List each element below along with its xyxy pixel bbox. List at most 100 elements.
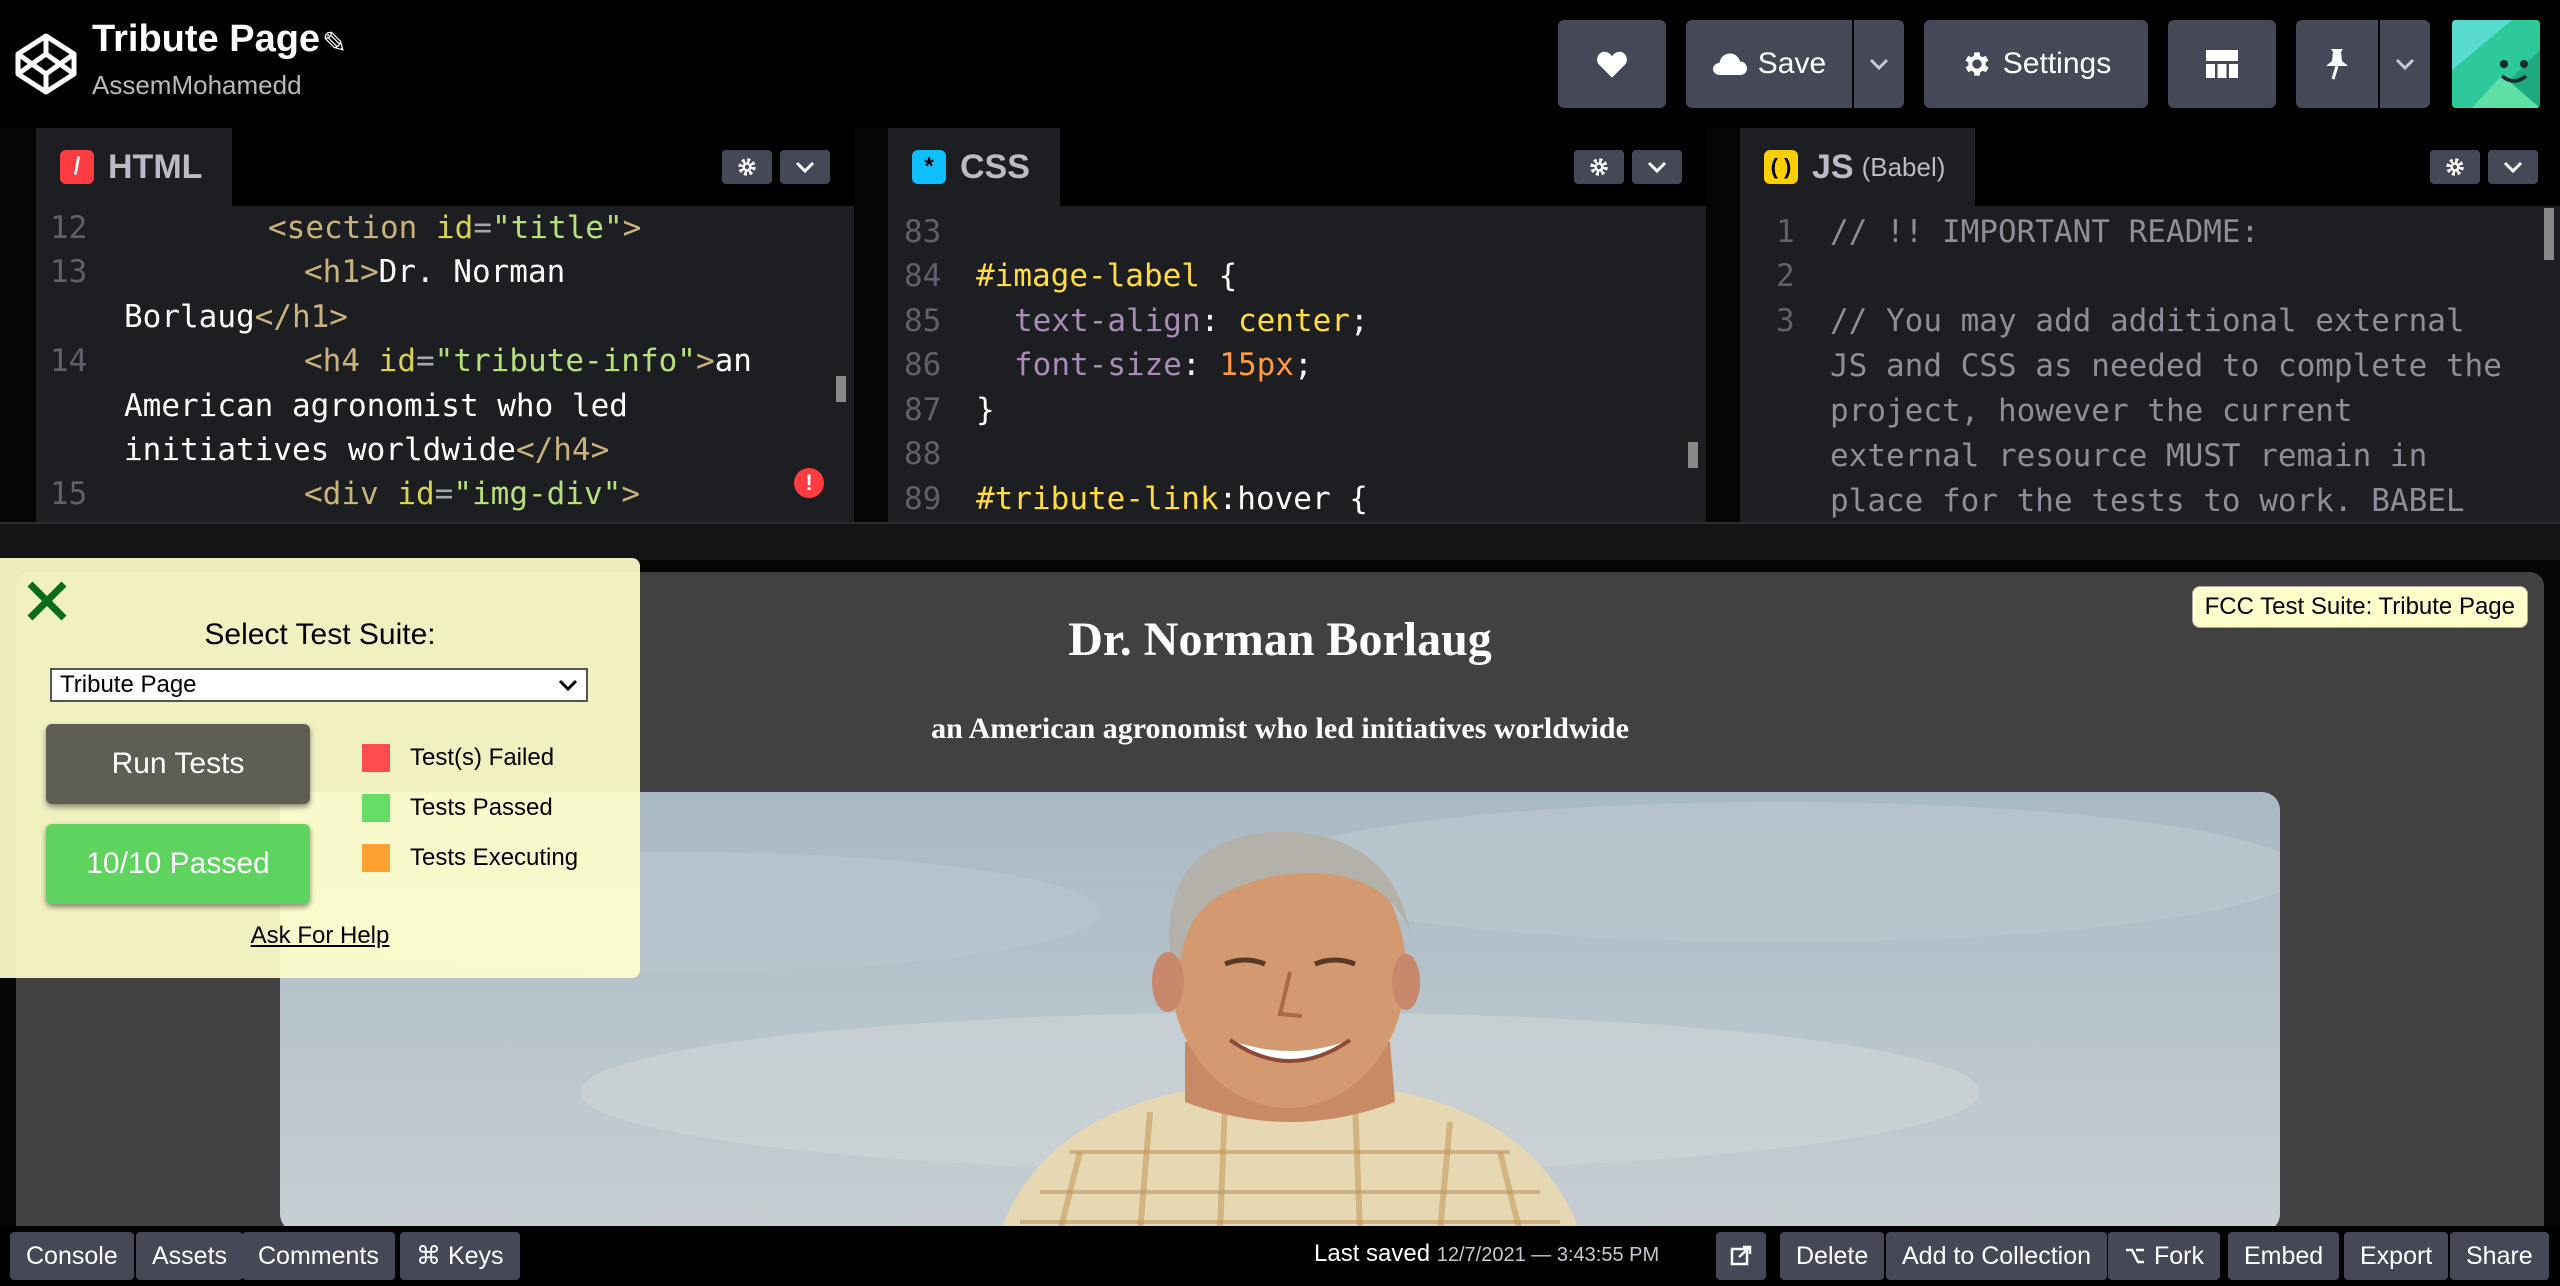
line-number: 15 — [50, 476, 88, 512]
save-button[interactable]: Save — [1686, 20, 1852, 108]
last-saved-status: Last saved 12/7/2021 — 3:43:55 PM — [1314, 1240, 1659, 1268]
line-number: 3 — [1776, 303, 1795, 339]
user-avatar[interactable] — [2452, 20, 2540, 108]
fcc-test-panel: Select Test Suite: Tribute Page Run Test… — [0, 558, 640, 978]
legend-executing-swatch — [362, 844, 390, 872]
embed-button[interactable]: Embed — [2228, 1232, 2340, 1280]
fork-icon — [2126, 1248, 2144, 1264]
top-bar: Tribute Page ✎ AssemMohamedd Save Settin… — [0, 0, 2560, 128]
css-tab-label: CSS — [960, 147, 1030, 186]
pen-owner[interactable]: AssemMohamedd — [92, 70, 302, 101]
layout-grid-icon — [2206, 50, 2238, 78]
scrollbar-thumb[interactable] — [1688, 442, 1698, 468]
line-number: 85 — [904, 303, 942, 339]
code-line: <div id="img-div"> — [304, 476, 640, 512]
js-braces-icon: ( ) — [1764, 150, 1798, 184]
save-options-dropdown[interactable] — [1854, 20, 1904, 108]
test-suite-select[interactable]: Tribute Page — [50, 668, 588, 702]
html-editor-tab[interactable]: / HTML — [36, 128, 233, 206]
legend-failed-swatch — [362, 744, 390, 772]
css-asterisk-icon: * — [912, 150, 946, 184]
settings-button[interactable]: Settings — [1924, 20, 2148, 108]
last-saved-label: Last saved — [1314, 1240, 1431, 1267]
js-tab-sublabel: (Babel) — [1861, 151, 1946, 182]
html-settings-button[interactable] — [722, 150, 772, 184]
code-line: <h1>Dr. Norman — [304, 254, 566, 290]
bottom-bar: Console Assets Comments ⌘ Keys Last save… — [0, 1226, 2560, 1286]
chevron-down-icon — [558, 679, 578, 691]
legend-executing-label: Tests Executing — [410, 844, 579, 871]
html-code-area[interactable]: 12 13 14 15 <section id="title"> <h1>Dr.… — [36, 206, 854, 522]
line-number: 14 — [50, 343, 88, 379]
cloud-icon — [1712, 53, 1747, 75]
keys-button[interactable]: ⌘ Keys — [400, 1232, 520, 1280]
pin-button[interactable] — [2296, 20, 2378, 108]
scrollbar-thumb[interactable] — [2544, 208, 2554, 260]
error-alert-icon[interactable]: ! — [794, 468, 824, 498]
open-external-button[interactable] — [1716, 1232, 1766, 1280]
line-number: 87 — [904, 392, 942, 428]
line-number: 88 — [904, 436, 942, 472]
css-editor-tab[interactable]: * CSS — [888, 128, 1060, 206]
codepen-logo-icon[interactable] — [14, 32, 78, 96]
code-line: } — [976, 392, 995, 428]
code-line: #image-label { — [976, 258, 1238, 294]
line-number: 2 — [1776, 258, 1795, 294]
select-test-suite-label: Select Test Suite: — [204, 618, 436, 651]
code-line: // !! IMPORTANT README: — [1830, 214, 2260, 250]
line-number: 12 — [50, 210, 88, 246]
save-label: Save — [1757, 47, 1827, 80]
legend-passed-swatch — [362, 794, 390, 822]
chevron-down-icon — [1647, 161, 1667, 173]
js-collapse-button[interactable] — [2488, 150, 2538, 184]
code-line: #tribute-link:hover { — [976, 481, 1368, 517]
scrollbar-thumb[interactable] — [836, 376, 846, 402]
add-to-collection-button[interactable]: Add to Collection — [1886, 1232, 2108, 1280]
run-tests-button[interactable]: Run Tests — [46, 724, 310, 804]
ask-for-help-link[interactable]: Ask For Help — [0, 922, 640, 950]
chevron-down-icon — [795, 161, 815, 173]
pin-options-dropdown[interactable] — [2380, 20, 2430, 108]
pen-title[interactable]: Tribute Page — [92, 18, 320, 61]
heart-button[interactable] — [1558, 20, 1666, 108]
comments-button[interactable]: Comments — [242, 1232, 395, 1280]
code-line: <section id="title"> — [268, 210, 642, 246]
css-settings-button[interactable] — [1574, 150, 1624, 184]
css-collapse-button[interactable] — [1632, 150, 1682, 184]
line-number: 83 — [904, 214, 942, 250]
fork-button[interactable]: Fork — [2108, 1232, 2220, 1280]
line-number: 13 — [50, 254, 88, 290]
line-number: 1 — [1776, 214, 1795, 250]
editor-preview-resizer[interactable] — [0, 522, 2560, 560]
code-line: <h4 id="tribute-info">an — [304, 343, 752, 379]
edit-title-pencil-icon[interactable]: ✎ — [322, 26, 347, 61]
html-collapse-button[interactable] — [780, 150, 830, 184]
change-view-button[interactable] — [2168, 20, 2276, 108]
last-saved-time: 12/7/2021 — 3:43:55 PM — [1436, 1244, 1660, 1266]
legend-failed-label: Test(s) Failed — [410, 744, 555, 771]
assets-button[interactable]: Assets — [136, 1232, 244, 1280]
js-editor-tab[interactable]: ( ) JS (Babel) — [1740, 128, 1976, 206]
code-line: initiatives worldwide</h4> — [124, 432, 610, 468]
html-editor-pane: / HTML 12 13 14 15 <section id="title"> … — [36, 128, 854, 522]
fcc-test-suite-badge[interactable]: FCC Test Suite: Tribute Page — [2191, 586, 2528, 628]
code-line: text-align: center; — [1014, 303, 1369, 339]
code-line: American agronomist who led — [124, 388, 628, 424]
share-button[interactable]: Share — [2450, 1232, 2549, 1280]
export-button[interactable]: Export — [2344, 1232, 2449, 1280]
pin-icon — [2326, 49, 2348, 80]
js-code-area[interactable]: 1 2 3 // !! IMPORTANT README: // You may… — [1740, 206, 2560, 522]
css-code-area[interactable]: 83 84 85 86 87 88 89 #image-label { text… — [888, 206, 1706, 522]
html-tab-label: HTML — [108, 147, 203, 186]
tests-result-button[interactable]: 10/10 Passed — [46, 824, 310, 904]
heart-icon — [1597, 51, 1627, 78]
gear-icon — [1590, 158, 1608, 176]
delete-button[interactable]: Delete — [1780, 1232, 1885, 1280]
chevron-down-icon — [2503, 161, 2523, 173]
console-button[interactable]: Console — [10, 1232, 134, 1280]
js-editor-pane: ( ) JS (Babel) 1 2 3 // !! IMPORTANT REA… — [1740, 128, 2560, 522]
line-number: 84 — [904, 258, 942, 294]
js-settings-button[interactable] — [2430, 150, 2480, 184]
html-slash-icon: / — [60, 150, 94, 184]
gear-icon — [738, 158, 756, 176]
